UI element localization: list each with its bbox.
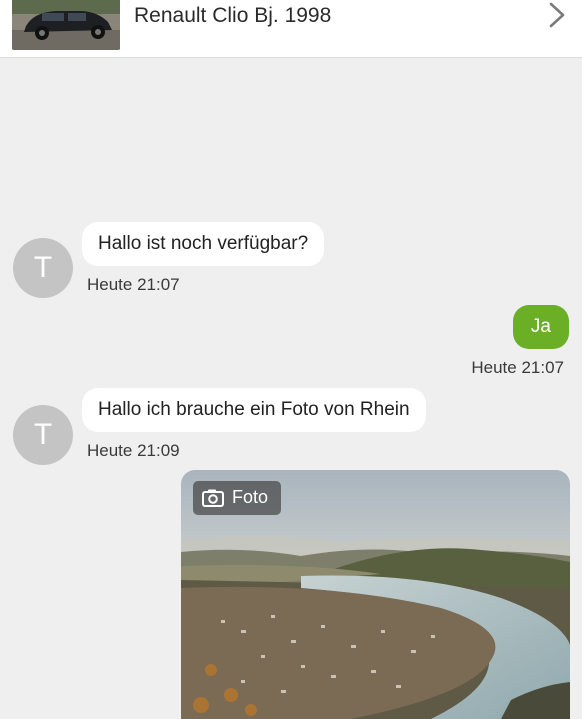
listing-title[interactable]: Renault Clio Bj. 1998 bbox=[134, 4, 331, 28]
camera-icon bbox=[202, 489, 224, 507]
photo-message[interactable]: Foto bbox=[181, 470, 570, 719]
avatar[interactable]: T bbox=[13, 238, 73, 298]
message-text: Hallo ich brauche ein Foto von Rhein bbox=[98, 399, 410, 420]
listing-thumbnail[interactable] bbox=[12, 0, 120, 50]
outgoing-message-bubble[interactable]: Ja bbox=[512, 305, 569, 349]
message-timestamp: Heute 21:07 bbox=[471, 358, 564, 377]
car-thumbnail-image bbox=[12, 0, 120, 50]
message-text: Ja bbox=[530, 316, 551, 337]
message-timestamp: Heute 21:09 bbox=[87, 441, 180, 460]
chevron-right-icon[interactable] bbox=[546, 2, 568, 28]
incoming-message-bubble[interactable]: Hallo ist noch verfügbar? bbox=[82, 222, 325, 266]
avatar-letter: T bbox=[33, 251, 53, 284]
message-text: Hallo ist noch verfügbar? bbox=[98, 233, 309, 254]
avatar[interactable]: T bbox=[13, 405, 73, 465]
photo-badge-label: Foto bbox=[232, 487, 269, 507]
photo-badge: Foto bbox=[193, 481, 281, 515]
incoming-message-bubble[interactable]: Hallo ich brauche ein Foto von Rhein bbox=[82, 388, 426, 432]
listing-header[interactable]: Renault Clio Bj. 1998 bbox=[0, 0, 582, 58]
message-timestamp: Heute 21:07 bbox=[87, 275, 180, 294]
avatar-letter: T bbox=[33, 418, 53, 451]
